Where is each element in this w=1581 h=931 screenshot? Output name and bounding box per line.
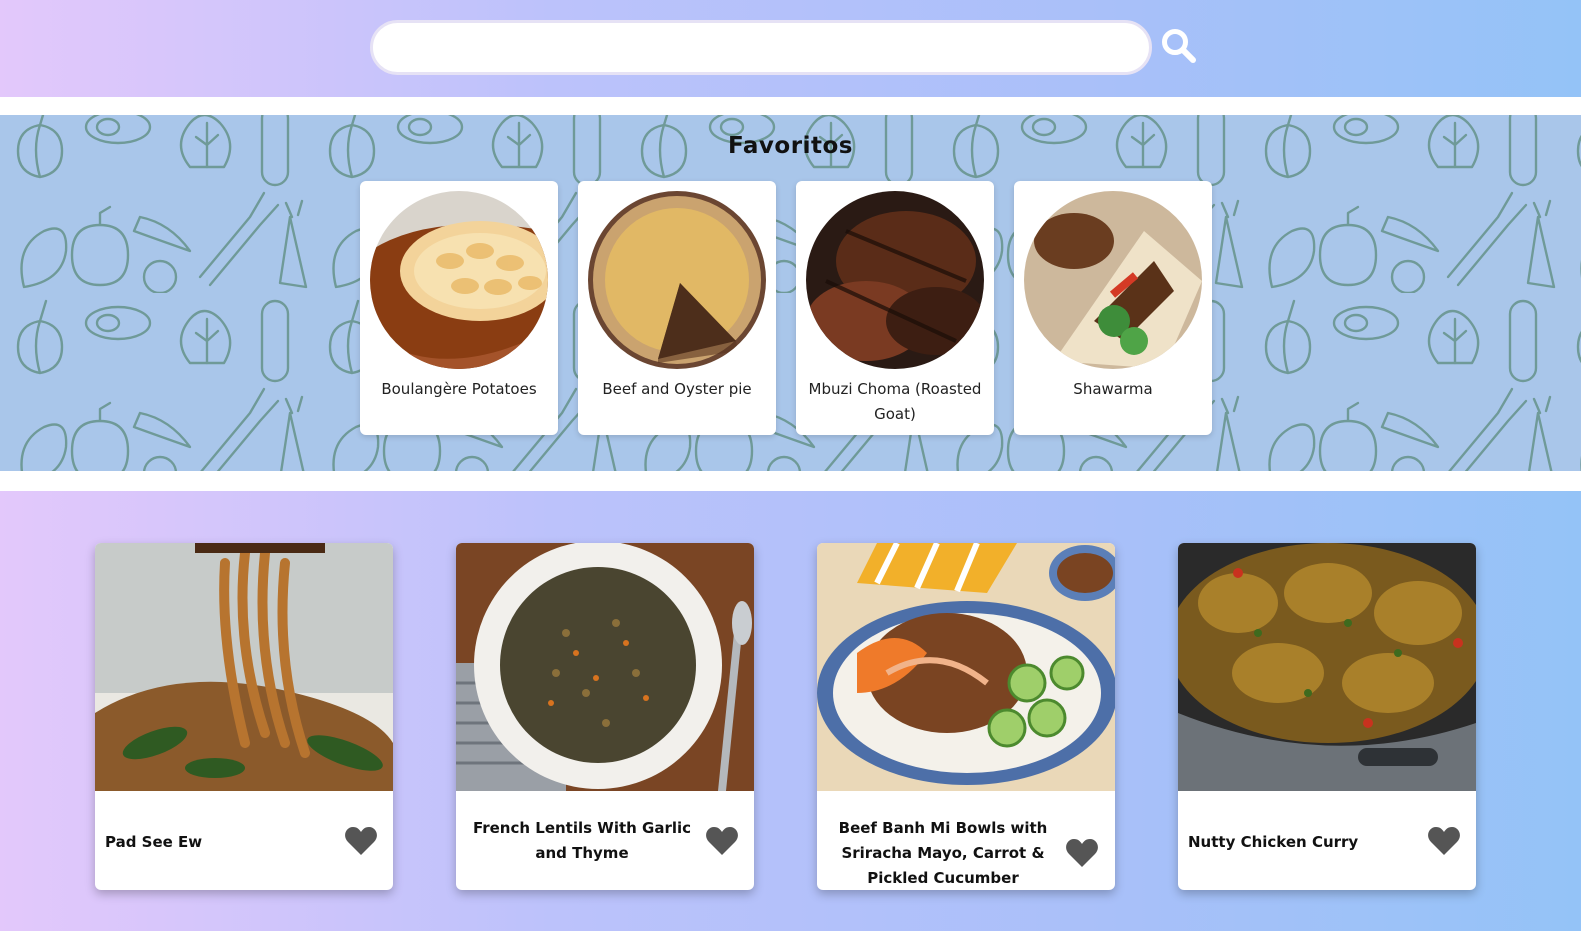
recipe-title: Pad See Ew [105,833,203,851]
favorite-card[interactable]: Shawarma [1014,181,1212,435]
favorite-recipe-name: Beef and Oyster pie [602,380,752,398]
favorite-recipe-photo [370,191,548,369]
favorite-recipe-name: Boulangère Potatoes [381,380,537,398]
favorite-recipe-photo [806,191,984,369]
favorite-card[interactable]: Mbuzi Choma (Roasted Goat) [796,181,994,435]
search-input[interactable] [370,20,1152,75]
recipe-title: French Lentils With Garlic and Thyme [472,819,692,862]
favorite-card[interactable]: Beef and Oyster pie [578,181,776,435]
header [0,0,1581,97]
favorites-section: Favoritos Boulangère Potatoes Beef and O… [0,97,1581,491]
recipe-title: Beef Banh Mi Bowls with Sriracha Mayo, C… [838,819,1048,887]
recipe-card[interactable]: Nutty Chicken Curry [1178,543,1476,890]
favorite-recipe-name: Mbuzi Choma (Roasted Goat) [808,380,982,423]
recipe-photo [456,543,754,791]
search-icon[interactable] [1159,26,1199,66]
recipe-title: Nutty Chicken Curry [1188,833,1359,851]
favorite-recipe-photo [1024,191,1202,369]
favorite-recipe-name: Shawarma [1073,380,1153,398]
recipe-photo [1178,543,1476,791]
recipe-card[interactable]: French Lentils With Garlic and Thyme [456,543,754,890]
favorites-title: Favoritos [728,133,853,159]
favorite-card[interactable]: Boulangère Potatoes [360,181,558,435]
favorite-recipe-photo [588,191,766,369]
favorite-heart-icon[interactable] [1427,825,1461,857]
recipe-card[interactable]: Pad See Ew [95,543,393,890]
recipe-photo [817,543,1115,791]
recipe-photo [95,543,393,791]
favorite-heart-icon[interactable] [1065,837,1099,869]
favorite-heart-icon[interactable] [705,825,739,857]
favorite-heart-icon[interactable] [344,825,378,857]
recipe-card[interactable]: Beef Banh Mi Bowls with Sriracha Mayo, C… [817,543,1115,890]
